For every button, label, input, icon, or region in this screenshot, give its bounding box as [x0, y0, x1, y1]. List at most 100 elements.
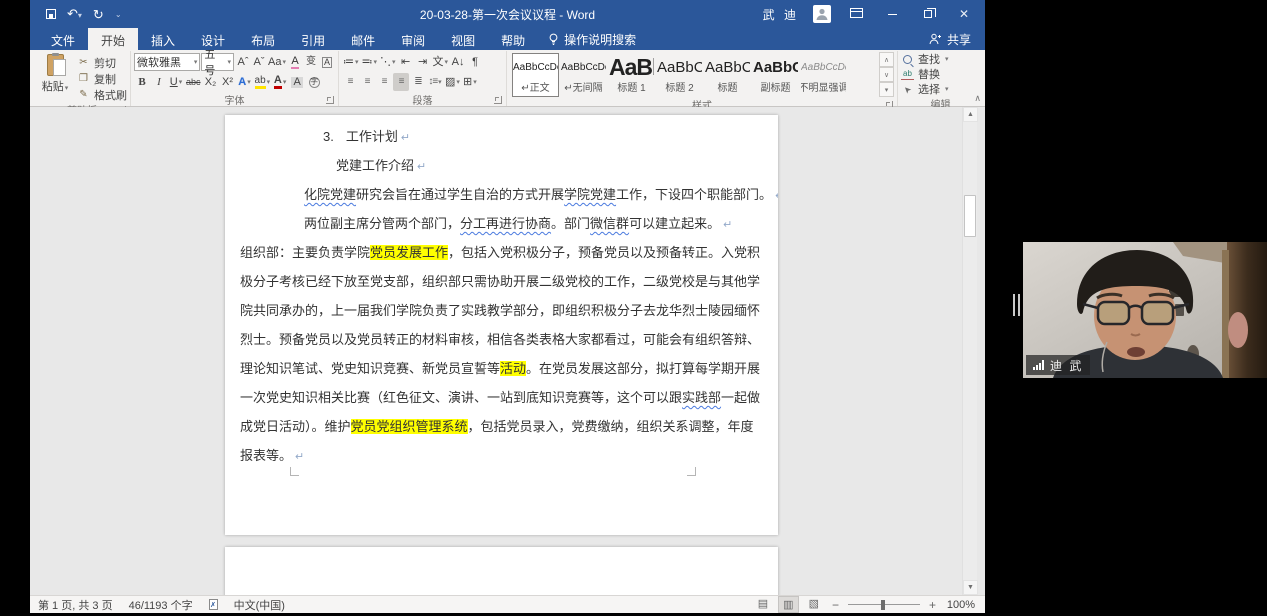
decrease-indent-button[interactable]: ⇤ — [398, 53, 414, 71]
numbering-button[interactable]: ≕▾ — [361, 53, 379, 71]
justify-button[interactable]: ≡ — [393, 73, 409, 91]
text-effects-button[interactable]: A▾ — [237, 73, 253, 91]
gallery-more-icon[interactable]: ▾ — [879, 82, 894, 97]
superscript-button[interactable]: X² — [220, 73, 236, 91]
webcam-video[interactable]: 迪 武 — [1023, 242, 1267, 378]
format-painter-button[interactable]: ✎格式刷 — [77, 87, 127, 102]
zoom-slider[interactable] — [848, 604, 920, 605]
scroll-up-icon[interactable]: ▲ — [963, 107, 978, 122]
tell-me-search[interactable]: 操作说明搜索 — [548, 28, 636, 50]
select-cursor-icon: ➤ — [899, 81, 916, 98]
asian-layout-button[interactable]: 文▾ — [432, 53, 450, 71]
find-button[interactable]: 查找▾ — [901, 52, 980, 66]
dialog-launcher-icon[interactable] — [326, 96, 334, 104]
bold-button[interactable]: B — [134, 73, 150, 91]
distribute-button[interactable]: ≣ — [410, 73, 426, 91]
zoom-slider-thumb[interactable] — [881, 600, 885, 610]
document-line: 报表等。↵ — [225, 441, 778, 470]
tab-help[interactable]: 帮助 — [488, 28, 538, 50]
print-layout-button[interactable]: ▥ — [778, 596, 798, 613]
vertical-scrollbar[interactable]: ▲ ▼ — [962, 107, 977, 595]
tab-mailings[interactable]: 邮件 — [338, 28, 388, 50]
shrink-font-button[interactable]: Aˇ — [251, 53, 267, 71]
page-indicator[interactable]: 第 1 页, 共 3 页 — [38, 597, 113, 613]
account-name[interactable]: 武 迪 — [763, 6, 799, 23]
borders-button[interactable]: ⊞▾ — [462, 73, 478, 91]
line-spacing-button[interactable]: ↕≡▾ — [427, 73, 443, 91]
word-count[interactable]: 46/1193 个字 — [129, 597, 193, 613]
web-layout-button[interactable]: ▧ — [805, 596, 823, 613]
replace-icon: ab — [901, 69, 914, 80]
font-size-combo[interactable]: 五号▾ — [201, 53, 234, 71]
style-heading1[interactable]: AaBbC标题 1 — [608, 53, 655, 97]
copy-button[interactable]: ❐复制 — [77, 71, 127, 86]
language-indicator[interactable]: 中文(中国) — [234, 597, 285, 613]
shading-button[interactable]: ▨▾ — [444, 73, 461, 91]
tab-view[interactable]: 视图 — [438, 28, 488, 50]
zoom-out-button[interactable]: − — [832, 598, 839, 612]
read-mode-button[interactable]: ▤ — [754, 596, 772, 613]
font-color-button[interactable]: A▾ — [272, 73, 288, 91]
sort-button[interactable]: A↓ — [450, 53, 466, 71]
tab-review[interactable]: 审阅 — [388, 28, 438, 50]
ribbon-display-options-button[interactable] — [845, 7, 867, 21]
customize-qat-button[interactable]: ⌄ — [115, 10, 122, 19]
character-border-button[interactable]: A — [319, 53, 335, 71]
change-case-button[interactable]: Aa▾ — [267, 53, 287, 71]
increase-indent-button[interactable]: ⇥ — [415, 53, 431, 71]
grow-font-button[interactable]: Aˆ — [235, 53, 251, 71]
tab-file[interactable]: 文件 — [38, 28, 88, 50]
tab-references[interactable]: 引用 — [288, 28, 338, 50]
mouth — [1127, 347, 1145, 357]
gallery-down-icon[interactable]: ∨ — [879, 67, 894, 82]
cut-button[interactable]: ✂剪切 — [77, 55, 127, 70]
scroll-down-icon[interactable]: ▼ — [963, 580, 978, 595]
phonetic-guide-button[interactable]: 变 — [303, 53, 319, 71]
document-page-1[interactable]: 3.工作计划↵党建工作介绍↵化院党建研究会旨在通过学生自治的方式开展学院党建工作… — [225, 115, 778, 535]
undo-button[interactable]: ↶▾ — [67, 7, 82, 21]
italic-button[interactable]: I — [151, 73, 167, 91]
underline-button[interactable]: U▾ — [168, 73, 184, 91]
bullets-button[interactable]: ≔▾ — [342, 53, 360, 71]
multilevel-list-button[interactable]: ⋱▾ — [379, 53, 397, 71]
style-normal[interactable]: AaBbCcDc↵正文 — [512, 53, 559, 97]
style-subtle-emphasis[interactable]: AaBbCcDc不明显强调 — [800, 53, 847, 97]
highlight-color-button[interactable]: ab▾ — [254, 73, 272, 91]
avatar[interactable] — [813, 5, 831, 23]
replace-button[interactable]: ab替换 — [901, 67, 980, 81]
collapse-ribbon-icon[interactable]: ∧ — [974, 93, 981, 104]
close-button[interactable]: ✕ — [953, 7, 975, 21]
tab-home[interactable]: 开始 — [88, 28, 138, 50]
font-name-combo[interactable]: 微软雅黑▾ — [134, 53, 200, 71]
zoom-in-button[interactable]: + — [929, 598, 936, 612]
scrollbar-thumb[interactable] — [964, 195, 976, 237]
proofing-icon[interactable]: ✗ — [209, 599, 218, 610]
style-title[interactable]: AaBbC标题 — [704, 53, 751, 97]
strikethrough-button[interactable]: abc — [185, 73, 202, 91]
show-marks-button[interactable]: ¶ — [467, 53, 483, 71]
align-right-button[interactable]: ≡ — [376, 73, 392, 91]
redo-button[interactable]: ↻ — [93, 8, 104, 21]
subscript-button[interactable]: X₂ — [203, 73, 219, 91]
tab-insert[interactable]: 插入 — [138, 28, 188, 50]
character-shading-button[interactable]: A — [289, 73, 305, 91]
style-subtitle[interactable]: AaBbC副标题 — [752, 53, 799, 97]
save-icon[interactable] — [46, 9, 56, 19]
clear-formatting-button[interactable]: A — [287, 53, 303, 71]
tab-layout[interactable]: 布局 — [238, 28, 288, 50]
style-no-spacing[interactable]: AaBbCcDc↵无间隔 — [560, 53, 607, 97]
zoom-percentage[interactable]: 100% — [945, 599, 975, 611]
paste-button[interactable]: 粘贴▾ — [37, 52, 73, 102]
align-center-button[interactable]: ≡ — [359, 73, 375, 91]
minimize-button[interactable] — [881, 7, 903, 21]
enclose-characters-button[interactable]: 字 — [306, 73, 322, 91]
dialog-launcher-icon[interactable] — [494, 96, 502, 104]
select-button[interactable]: ➤选择▾ — [901, 82, 980, 96]
document-page-2[interactable] — [225, 547, 778, 595]
align-left-button[interactable]: ≡ — [342, 73, 358, 91]
restore-button[interactable] — [917, 7, 939, 21]
video-panel-handle[interactable] — [1013, 294, 1020, 316]
share-button[interactable]: 共享 — [929, 28, 985, 50]
gallery-up-icon[interactable]: ∧ — [879, 52, 894, 67]
style-heading2[interactable]: AaBbC标题 2 — [656, 53, 703, 97]
